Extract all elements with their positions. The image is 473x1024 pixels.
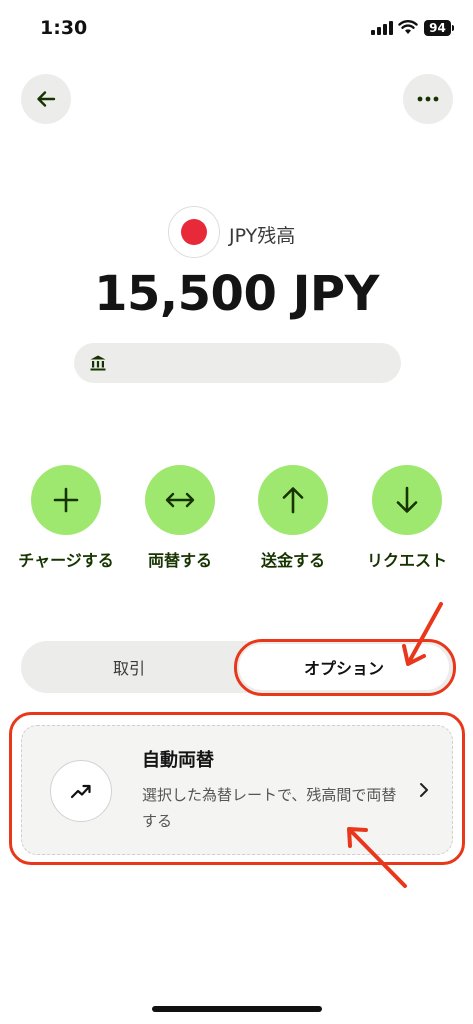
request-action[interactable]: リクエスト: [357, 465, 457, 574]
flag-red-dot: [181, 219, 207, 245]
arrow-down-icon: [396, 486, 418, 513]
battery-indicator: 94: [424, 20, 451, 36]
more-options-button[interactable]: [403, 74, 453, 124]
charge-action[interactable]: チャージする: [16, 465, 116, 574]
battery-tip: [452, 25, 454, 31]
request-label: リクエスト: [366, 551, 447, 570]
status-bar: 1:30 94: [0, 0, 473, 56]
charge-label: チャージする: [18, 551, 114, 570]
charge-button[interactable]: [31, 465, 101, 535]
swap-arrows-icon: [165, 492, 195, 508]
cellular-signal-icon: [371, 21, 393, 35]
back-button[interactable]: [21, 74, 71, 124]
exchange-button[interactable]: [145, 465, 215, 535]
japan-flag-icon: [168, 206, 220, 258]
wifi-icon: [398, 20, 418, 34]
status-time: 1:30: [40, 17, 88, 39]
home-indicator[interactable]: [152, 1006, 322, 1012]
more-dots-icon: [417, 96, 439, 102]
bank-details-bar[interactable]: [74, 343, 401, 383]
send-action[interactable]: 送金する: [243, 465, 343, 574]
annotation-highlight-tab: [234, 639, 456, 696]
send-button[interactable]: [258, 465, 328, 535]
arrow-left-icon: [37, 91, 56, 107]
exchange-action[interactable]: 両替する: [130, 465, 230, 574]
balance-amount: 15,500 JPY: [94, 266, 379, 322]
plus-icon: [53, 487, 79, 513]
bank-icon: [90, 355, 106, 371]
tab-transactions[interactable]: 取引: [21, 641, 237, 693]
arrow-up-icon: [282, 487, 304, 514]
request-button[interactable]: [372, 465, 442, 535]
annotation-highlight-card: [9, 712, 465, 865]
exchange-label: 両替する: [147, 551, 212, 570]
balance-label: JPY残高: [229, 225, 296, 247]
send-label: 送金する: [260, 551, 325, 570]
